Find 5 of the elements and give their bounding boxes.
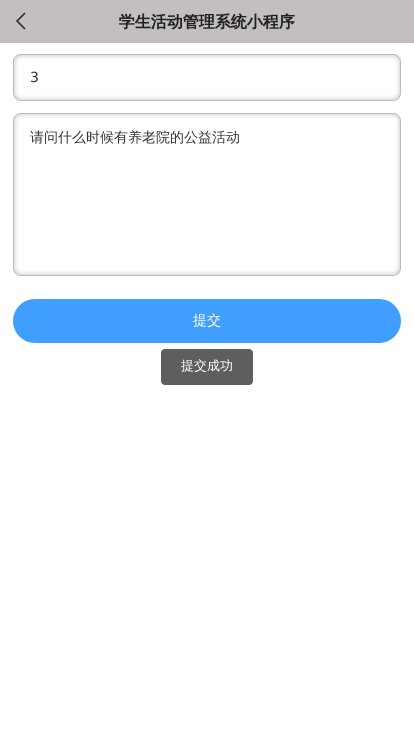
question-field[interactable]: 请问什么时候有养老院的公益活动	[13, 113, 401, 276]
page-title: 学生活动管理系统小程序	[119, 10, 295, 32]
toast: 提交成功	[161, 349, 253, 385]
number-field[interactable]: 3	[13, 54, 401, 101]
back-icon	[15, 11, 27, 31]
